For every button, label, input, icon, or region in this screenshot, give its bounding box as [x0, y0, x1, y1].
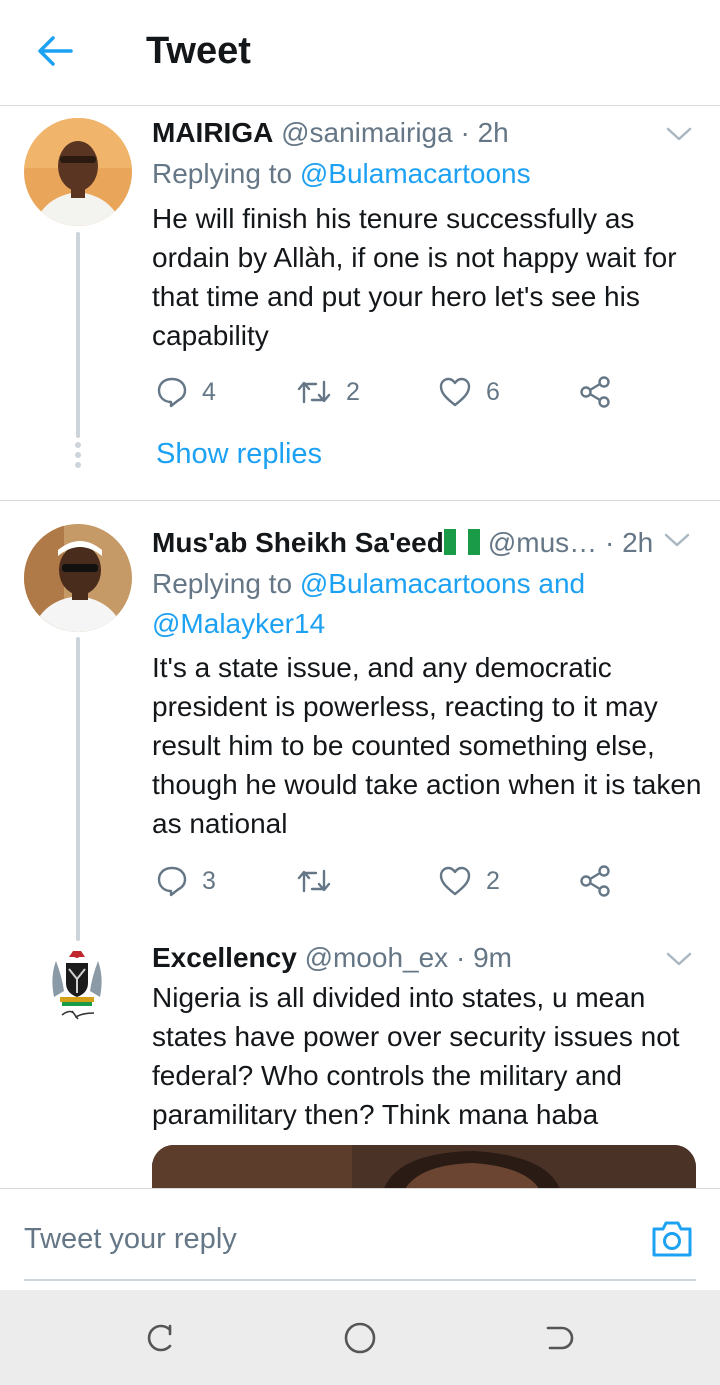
user-handle[interactable]: @mus… [488, 527, 597, 558]
reply-count: 4 [202, 377, 216, 406]
thread-line [76, 637, 80, 941]
show-replies-link[interactable]: Show replies [156, 438, 322, 471]
tweet-header: MAIRIGA @sanimairiga · 2h [152, 116, 509, 150]
replying-to-prefix: Replying to [152, 568, 300, 599]
tweet-reply-input[interactable]: Tweet your reply [24, 1223, 237, 1256]
top-app-bar: Tweet [0, 0, 720, 106]
tweet-menu-button[interactable] [664, 124, 694, 144]
separator-dot: · [455, 942, 466, 973]
input-underline [24, 1279, 696, 1281]
like-count: 6 [486, 377, 500, 406]
replying-to-prefix: Replying to [152, 158, 300, 189]
tweet-menu-button[interactable] [662, 530, 692, 550]
chevron-down-icon [664, 533, 690, 547]
tweet-text: It's a state issue, and any democratic p… [152, 652, 702, 839]
tweet-text: He will finish his tenure successfully a… [152, 203, 677, 351]
camera-icon [652, 1221, 692, 1257]
display-name[interactable]: MAIRIGA [152, 117, 273, 148]
user-handle[interactable]: @sanimairiga [281, 117, 453, 148]
share-icon [580, 376, 610, 408]
system-navigation-bar [0, 1290, 720, 1385]
retweet-action[interactable]: 2 [296, 372, 360, 412]
like-action[interactable]: 6 [438, 372, 500, 412]
retweet-icon [297, 869, 331, 893]
timestamp: 9m [473, 942, 512, 973]
reply-icon [157, 866, 187, 897]
reply-composer-bar: Tweet your reply [0, 1188, 720, 1290]
mention-link[interactable]: @Bulamacartoons and [300, 568, 585, 599]
share-icon [580, 865, 610, 897]
chevron-down-icon [666, 127, 692, 141]
reply-icon [157, 377, 187, 408]
avatar[interactable] [24, 524, 132, 632]
timestamp: 2h [622, 527, 654, 558]
tweet-header: Excellency @mooh_ex · 9m [152, 941, 512, 975]
camera-button[interactable] [650, 1219, 694, 1259]
share-action[interactable] [578, 372, 612, 412]
reply-count: 3 [202, 866, 216, 895]
home-circle-icon [344, 1322, 376, 1354]
replying-to: Replying to @Bulamacartoons and @Malayke… [152, 564, 585, 644]
heart-icon [439, 377, 471, 407]
mention-link[interactable]: @Bulamacartoons [300, 158, 531, 189]
tweet-mairiga[interactable]: MAIRIGA @sanimairiga · 2h Replying to @B… [0, 106, 720, 500]
mention-link-2[interactable]: @Malayker14 [152, 608, 325, 639]
recents-icon [147, 1324, 172, 1352]
back-nav-icon [546, 1326, 574, 1350]
nigeria-flag-icon [443, 529, 480, 555]
retweet-count: 2 [346, 377, 360, 406]
like-action[interactable]: 2 [438, 861, 500, 901]
coat-of-arms-icon [52, 951, 102, 1020]
retweet-action[interactable] [296, 861, 346, 901]
tweet-actions: 4 2 6 [152, 372, 632, 412]
display-name[interactable]: Mus'ab Sheikh Sa'eed [152, 527, 444, 558]
user-handle[interactable]: @mooh_ex [305, 942, 449, 973]
back-button[interactable] [30, 28, 80, 74]
arrow-left-icon [38, 36, 73, 66]
share-action[interactable] [578, 861, 612, 901]
tweet-actions: 3 2 [152, 861, 632, 901]
timestamp: 2h [477, 117, 509, 148]
recents-button[interactable] [142, 1320, 178, 1356]
avatar[interactable] [42, 943, 112, 1023]
thread-line [76, 232, 80, 438]
retweet-icon [297, 380, 331, 404]
tweet-musab[interactable]: Mus'ab Sheikh Sa'eed @mus… · 2h Replying… [0, 501, 720, 941]
like-count: 2 [486, 866, 500, 895]
reply-action[interactable]: 3 [156, 861, 216, 901]
avatar[interactable] [24, 118, 132, 226]
replying-to: Replying to @Bulamacartoons [152, 154, 531, 194]
tweet-header: Mus'ab Sheikh Sa'eed @mus… · 2h [152, 526, 653, 560]
thread-more-indicator [74, 442, 82, 472]
home-button[interactable] [342, 1320, 378, 1356]
tweet-text: Nigeria is all divided into states, u me… [152, 982, 680, 1130]
heart-icon [439, 866, 471, 896]
back-nav-button[interactable] [542, 1320, 578, 1356]
page-title: Tweet [146, 30, 251, 72]
chevron-down-icon [666, 952, 692, 966]
separator-dot: · [604, 527, 615, 558]
separator-dot: · [460, 117, 470, 148]
display-name[interactable]: Excellency [152, 942, 297, 973]
tweet-menu-button[interactable] [664, 949, 694, 969]
reply-action[interactable]: 4 [156, 372, 216, 412]
